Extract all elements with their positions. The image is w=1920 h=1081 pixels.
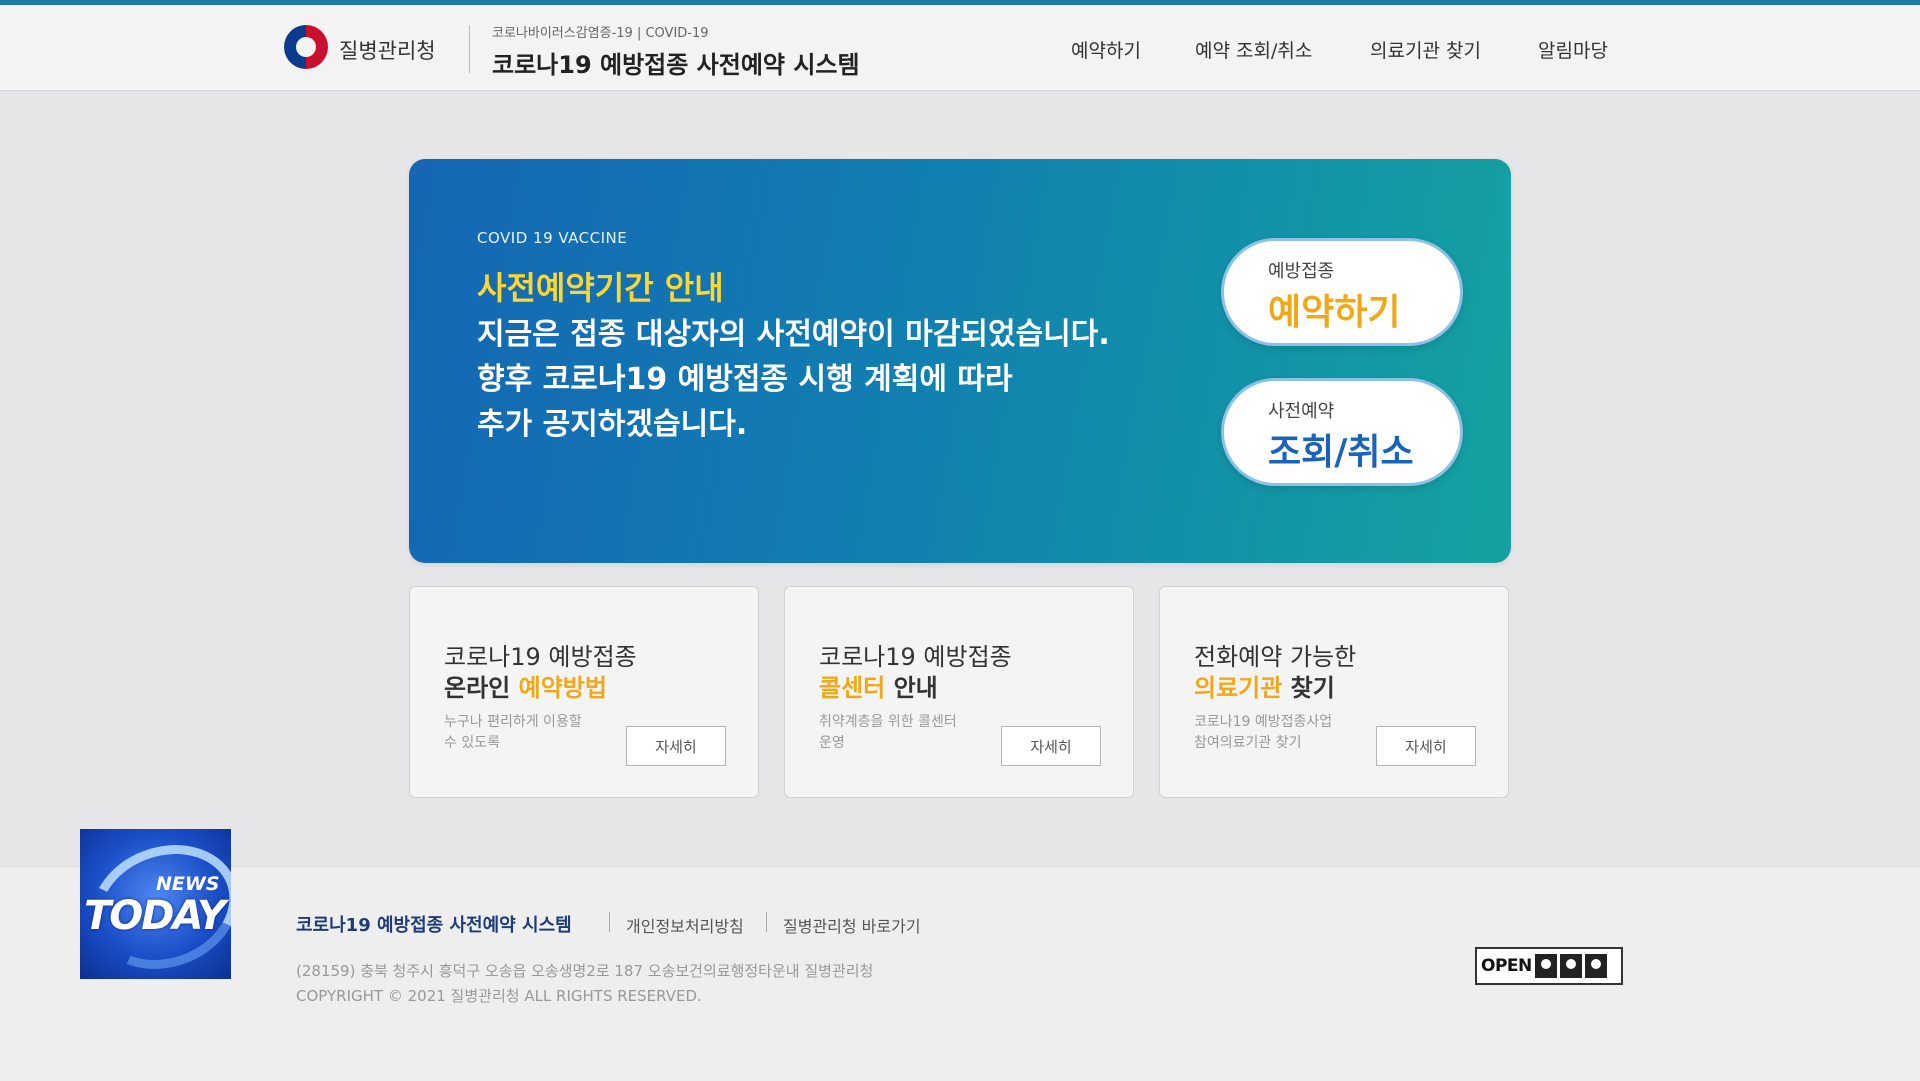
reserve-button[interactable]: 예방접종 예약하기 [1221,238,1463,346]
footer-copyright: COPYRIGHT © 2021 질병관리청 ALL RIGHTS RESERV… [296,987,702,1005]
card-description: 누구나 편리하게 이용할 수 있도록 [444,714,582,751]
license-attribution-icon [1534,954,1557,978]
card-detail-button[interactable]: 자세히 [1001,726,1101,766]
footer-kdca-link[interactable]: 질병관리청 바로가기 [783,913,921,937]
card-description: 취약계층을 위한 콜센터 운영 [819,714,957,751]
license-noderivs-icon [1584,954,1607,978]
card-detail-button[interactable]: 자세히 [626,726,726,766]
hero-line-2: 향후 코로나19 예방접종 시행 계획에 따라 [477,362,1013,397]
system-subtitle: 코로나바이러스감염증-19 | COVID-19 [492,26,709,41]
footer-privacy-link[interactable]: 개인정보처리방침 [626,913,744,937]
nav-notices[interactable]: 알림마당 [1538,36,1608,63]
system-title[interactable]: 코로나19 예방접종 사전예약 시스템 [492,45,860,80]
license-noncommercial-icon [1559,954,1582,978]
site-footer: 코로나19 예방접종 사전예약 시스템 개인정보처리방침 질병관리청 바로가기 … [0,866,1920,1081]
card-title-dark: 온라인 [444,674,519,702]
open-license-badge[interactable]: OPEN [1475,947,1623,985]
hero-banner: COVID 19 VACCINE 사전예약기간 안내 지금은 접종 대상자의 사… [409,159,1511,563]
nav-reserve[interactable]: 예약하기 [1071,36,1141,63]
card-online-reservation[interactable]: 코로나19 예방접종 온라인 예약방법 누구나 편리하게 이용할 수 있도록 자… [409,586,759,798]
card-title-accent: 의료기관 [1194,674,1283,702]
lookup-cancel-button[interactable]: 사전예약 조회/취소 [1221,378,1463,486]
kdca-logo-icon[interactable] [284,25,328,69]
card-title-dark: 찾기 [1282,674,1335,702]
card-detail-button[interactable]: 자세히 [1376,726,1476,766]
card-title-accent: 콜센터 [819,674,886,702]
news-today-logo: NEWS TODAY [80,829,231,979]
footer-divider [766,912,767,932]
card-title-line2: 콜센터 안내 [819,668,938,703]
card-title-dark: 안내 [885,674,938,702]
hero-line-1: 지금은 접종 대상자의 사전예약이 마감되었습니다. [477,317,1110,352]
reserve-button-small: 예방접종 [1268,261,1335,282]
org-name[interactable]: 질병관리청 [339,35,436,65]
hero-kicker: COVID 19 VACCINE [477,229,628,247]
nav-find-clinic[interactable]: 의료기관 찾기 [1370,36,1481,63]
lookup-button-label: 조회/취소 [1268,432,1414,473]
card-find-clinic[interactable]: 전화예약 가능한 의료기관 찾기 코로나19 예방접종사업 참여의료기관 찾기 … [1159,586,1509,798]
news-logo-news: NEWS [156,873,220,895]
card-description: 코로나19 예방접종사업 참여의료기관 찾기 [1194,714,1333,751]
reserve-button-label: 예약하기 [1268,292,1401,333]
footer-divider [609,912,610,932]
card-title-line1: 전화예약 가능한 [1194,643,1357,671]
card-title-line2: 의료기관 찾기 [1194,668,1335,703]
hero-line-3: 추가 공지하겠습니다. [477,407,748,442]
news-logo-today: TODAY [84,893,226,939]
open-badge-text: OPEN [1481,956,1532,976]
card-call-center[interactable]: 코로나19 예방접종 콜센터 안내 취약계층을 위한 콜센터 운영 자세히 [784,586,1134,798]
nav-lookup-cancel[interactable]: 예약 조회/취소 [1195,36,1312,63]
card-title-line1: 코로나19 예방접종 [819,643,1012,671]
site-header: 질병관리청 코로나바이러스감염증-19 | COVID-19 코로나19 예방접… [0,5,1920,91]
card-title-line1: 코로나19 예방접종 [444,643,637,671]
footer-address: (28159) 충북 청주시 흥덕구 오송읍 오송생명2로 187 오송보건의료… [296,962,874,980]
footer-title: 코로나19 예방접종 사전예약 시스템 [296,915,572,936]
lookup-button-small: 사전예약 [1268,401,1335,422]
card-title-accent: 예약방법 [518,674,607,702]
header-divider [469,25,470,73]
hero-heading: 사전예약기간 안내 [477,269,724,307]
card-title-line2: 온라인 예약방법 [444,668,607,703]
